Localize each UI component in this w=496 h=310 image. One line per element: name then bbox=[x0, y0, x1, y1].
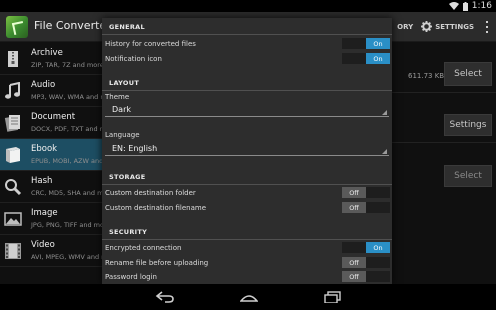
file-size: 611.73 KB bbox=[408, 72, 445, 80]
spinner-underline bbox=[105, 155, 389, 156]
dropdown-arrow-icon bbox=[382, 110, 387, 115]
format-row-image[interactable]: Image JPG, PNG, TIFF and more bbox=[0, 203, 111, 235]
book-icon bbox=[4, 146, 24, 164]
rename-toggle[interactable]: Off bbox=[342, 257, 390, 268]
section-layout: LAYOUT bbox=[102, 76, 392, 91]
select-button[interactable]: Select bbox=[444, 62, 492, 86]
history-label: ORY bbox=[397, 23, 414, 31]
setting-label: History for converted files bbox=[105, 40, 196, 48]
format-name: Hash bbox=[31, 176, 53, 186]
overflow-menu-icon[interactable] bbox=[482, 20, 492, 34]
format-row-document[interactable]: Document DOCX, PDF, TXT and more bbox=[0, 107, 117, 139]
theme-value: Dark bbox=[112, 105, 131, 114]
wifi-icon bbox=[448, 2, 459, 10]
format-row-audio[interactable]: Audio MP3, WAV, WMA and more bbox=[0, 75, 117, 107]
section-security: SECURITY bbox=[102, 225, 392, 240]
format-name: Image bbox=[31, 208, 58, 218]
format-row-hash[interactable]: Hash CRC, MD5, SHA and more bbox=[0, 171, 114, 203]
format-name: Video bbox=[31, 240, 55, 250]
format-row-ebook[interactable]: Ebook EPUB, MOBI, AZW and more bbox=[0, 139, 122, 171]
setting-notification[interactable]: Notification icon On bbox=[102, 51, 392, 66]
language-label: Language bbox=[105, 131, 140, 139]
history-toggle[interactable]: On bbox=[342, 38, 390, 49]
setting-encrypted[interactable]: Encrypted connection On bbox=[102, 240, 392, 255]
toggle-state: On bbox=[366, 38, 390, 49]
setting-label: Notification icon bbox=[105, 55, 162, 63]
toggle-state: Off bbox=[342, 202, 366, 213]
section-title: STORAGE bbox=[109, 173, 146, 181]
picture-icon bbox=[4, 210, 24, 228]
app-title: File Converter bbox=[34, 19, 111, 32]
format-list: Archive ZIP, TAR, 7Z and more Audio MP3,… bbox=[0, 43, 122, 284]
toggle-state: On bbox=[366, 53, 390, 64]
toggle-state: On bbox=[366, 242, 390, 253]
format-extensions: JPG, PNG, TIFF and more bbox=[31, 221, 111, 229]
settings-label: SETTINGS bbox=[435, 23, 474, 31]
toggle-state: Off bbox=[342, 271, 366, 282]
setting-custom-filename[interactable]: Custom destination filename Off bbox=[102, 200, 392, 215]
status-bar: 1:16 bbox=[0, 0, 496, 12]
setting-password[interactable]: Password login Off bbox=[102, 269, 392, 284]
recent-apps-icon[interactable] bbox=[320, 288, 346, 306]
settings-dialog: GENERAL History for converted files On N… bbox=[102, 18, 392, 284]
format-name: Ebook bbox=[31, 144, 58, 154]
clock: 1:16 bbox=[471, 1, 492, 11]
custom-filename-toggle[interactable]: Off bbox=[342, 202, 390, 213]
spinner-underline bbox=[105, 116, 389, 117]
history-action[interactable]: ORY bbox=[397, 23, 413, 31]
format-name: Document bbox=[31, 112, 76, 122]
format-row-archive[interactable]: Archive ZIP, TAR, 7Z and more bbox=[0, 43, 104, 75]
setting-label: Rename file before uploading bbox=[105, 259, 209, 267]
document-icon bbox=[4, 114, 24, 132]
format-name: Archive bbox=[31, 48, 63, 58]
gear-icon bbox=[421, 20, 433, 34]
back-icon[interactable] bbox=[152, 288, 178, 306]
theme-label: Theme bbox=[105, 93, 130, 101]
setting-label: Custom destination filename bbox=[105, 204, 207, 212]
toggle-state: Off bbox=[342, 187, 366, 198]
section-storage: STORAGE bbox=[102, 170, 392, 185]
setting-label: Encrypted connection bbox=[105, 244, 182, 252]
section-divider bbox=[102, 34, 392, 35]
row-divider bbox=[392, 92, 496, 93]
format-row-video[interactable]: Video AVI, MPEG, WMV and more bbox=[0, 235, 118, 267]
home-icon[interactable] bbox=[236, 288, 262, 306]
notification-toggle[interactable]: On bbox=[342, 53, 390, 64]
toggle-state: Off bbox=[342, 257, 366, 268]
navigation-bar bbox=[0, 284, 496, 310]
select-button-secondary[interactable]: Select bbox=[444, 165, 492, 187]
language-value: EN: English bbox=[112, 144, 158, 153]
setting-rename[interactable]: Rename file before uploading Off bbox=[102, 255, 392, 270]
dropdown-arrow-icon bbox=[382, 149, 387, 154]
language-spinner[interactable]: EN: English bbox=[105, 142, 389, 156]
setting-custom-folder[interactable]: Custom destination folder Off bbox=[102, 185, 392, 200]
theme-spinner[interactable]: Dark bbox=[105, 103, 389, 117]
film-icon bbox=[4, 242, 24, 260]
setting-label: Password login bbox=[105, 273, 157, 281]
section-title: LAYOUT bbox=[109, 79, 140, 87]
format-extensions: ZIP, TAR, 7Z and more bbox=[31, 61, 104, 69]
section-title: SECURITY bbox=[109, 228, 148, 236]
archive-icon bbox=[4, 50, 24, 68]
custom-folder-toggle[interactable]: Off bbox=[342, 187, 390, 198]
setting-label: Custom destination folder bbox=[105, 189, 196, 197]
row-divider bbox=[392, 142, 496, 143]
section-title: GENERAL bbox=[109, 23, 145, 31]
section-divider bbox=[102, 90, 392, 91]
battery-icon bbox=[462, 1, 468, 11]
section-general: GENERAL bbox=[102, 20, 392, 35]
settings-button[interactable]: Settings bbox=[444, 114, 492, 136]
setting-history[interactable]: History for converted files On bbox=[102, 36, 392, 51]
password-toggle[interactable]: Off bbox=[342, 271, 390, 282]
settings-action[interactable]: SETTINGS bbox=[421, 20, 474, 34]
app-logo-icon[interactable] bbox=[6, 16, 28, 38]
format-name: Audio bbox=[31, 80, 56, 90]
encrypted-toggle[interactable]: On bbox=[342, 242, 390, 253]
magnifier-icon bbox=[4, 178, 24, 196]
music-note-icon bbox=[4, 81, 24, 100]
